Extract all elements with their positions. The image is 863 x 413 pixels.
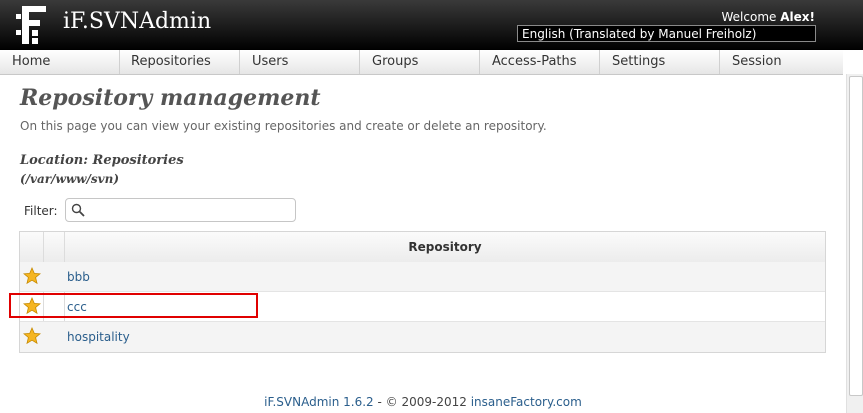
location-label: Location: Repositories	[20, 153, 184, 168]
vertical-scrollbar[interactable]	[846, 74, 863, 413]
filter-label: Filter:	[24, 204, 58, 218]
main-nav: Home Repositories Users Groups Access-Pa…	[0, 50, 843, 75]
version-link[interactable]: iF.SVNAdmin 1.6.2	[264, 395, 374, 409]
welcome-message: Welcome Alex!	[722, 10, 815, 24]
filter-box[interactable]	[65, 198, 296, 222]
table-header-row: Repository	[20, 232, 825, 263]
star-icon	[23, 327, 41, 345]
search-icon	[71, 203, 85, 217]
nav-settings[interactable]: Settings	[600, 50, 720, 74]
repository-table: Repository bbb ccc hospitality	[19, 231, 826, 353]
scrollbar-thumb[interactable]	[849, 76, 863, 396]
filter-input[interactable]	[88, 201, 292, 221]
repository-link[interactable]: bbb	[67, 262, 90, 292]
page-footer: iF.SVNAdmin 1.6.2 - © 2009-2012 insaneFa…	[0, 395, 846, 409]
nav-groups[interactable]: Groups	[360, 50, 480, 74]
language-select[interactable]: English (Translated by Manuel Freiholz)	[517, 25, 816, 42]
page-description: On this page you can view your existing …	[20, 119, 547, 133]
table-row: hospitality	[20, 322, 825, 352]
location-path: (/var/www/svn)	[20, 172, 120, 186]
welcome-prefix: Welcome	[721, 10, 777, 24]
table-row: bbb	[20, 262, 825, 292]
repository-link[interactable]: hospitality	[67, 322, 130, 352]
nav-home[interactable]: Home	[0, 50, 120, 74]
page-title: Repository management	[20, 85, 321, 111]
column-header-repository[interactable]: Repository	[65, 232, 825, 262]
app-header: iF.SVNAdmin Welcome Alex! English (Trans…	[0, 0, 863, 50]
app-logo-icon	[16, 6, 46, 44]
nav-access-paths[interactable]: Access-Paths	[480, 50, 600, 74]
nav-session[interactable]: Session	[720, 50, 843, 74]
nav-users[interactable]: Users	[240, 50, 360, 74]
highlight-box	[9, 293, 258, 318]
nav-repositories[interactable]: Repositories	[120, 50, 240, 74]
app-title: iF.SVNAdmin	[63, 9, 212, 34]
star-icon	[23, 267, 41, 285]
footer-copyright: - © 2009-2012	[373, 395, 471, 409]
username: Alex!	[780, 10, 815, 24]
company-link[interactable]: insaneFactory.com	[471, 395, 582, 409]
